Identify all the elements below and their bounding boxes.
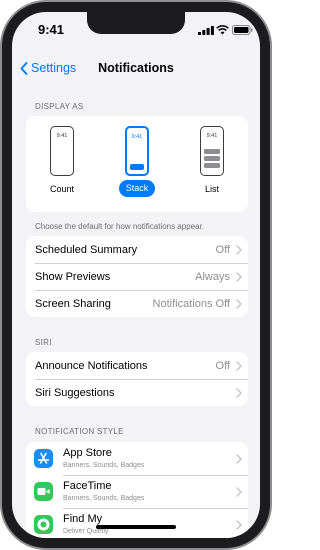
app-notification-summary: Banners, Sounds, Badges bbox=[63, 462, 145, 469]
display-option-count[interactable]: 9:41 Count bbox=[32, 126, 92, 206]
general-settings-card: Scheduled Summary Off Show Previews Alwa… bbox=[26, 236, 248, 317]
app-name: FaceTime bbox=[63, 480, 112, 492]
row-label: Announce Notifications bbox=[35, 359, 148, 372]
row-value: Notifications Off bbox=[152, 297, 230, 310]
section-header-notification-style: NOTIFICATION STYLE bbox=[35, 427, 124, 436]
app-row-find-my[interactable]: Find My Deliver Quietly bbox=[26, 508, 248, 538]
app-row-facetime[interactable]: FaceTime Banners, Sounds, Badges bbox=[26, 475, 248, 508]
list-item-shape bbox=[204, 149, 220, 154]
cellular-signal-icon bbox=[198, 26, 214, 35]
chevron-right-icon bbox=[236, 245, 242, 255]
row-label: Screen Sharing bbox=[35, 297, 111, 310]
app-name: App Store bbox=[63, 447, 112, 459]
row-label: Siri Suggestions bbox=[35, 386, 115, 399]
section-header-siri: SIRI bbox=[35, 338, 52, 347]
chevron-right-icon bbox=[236, 299, 242, 309]
wifi-icon bbox=[216, 25, 229, 35]
chevron-right-icon bbox=[236, 487, 242, 497]
section-header-display-as: DISPLAY AS bbox=[35, 102, 84, 111]
selected-option-pill: Stack bbox=[119, 180, 155, 197]
list-preview-icon: 9:41 bbox=[200, 126, 224, 176]
row-label: Show Previews bbox=[35, 270, 111, 283]
row-show-previews[interactable]: Show Previews Always bbox=[26, 263, 248, 290]
row-value: Always bbox=[195, 270, 230, 283]
display-as-card: 9:41 Count 9:41 Stack 9:41 List bbox=[26, 116, 248, 212]
page-title: Notifications bbox=[98, 61, 174, 75]
preview-time: 9:41 bbox=[56, 133, 68, 139]
row-label: Scheduled Summary bbox=[35, 243, 138, 256]
display-option-stack[interactable]: 9:41 Stack bbox=[107, 126, 167, 206]
notch bbox=[87, 12, 185, 34]
siri-card: Announce Notifications Off Siri Suggesti… bbox=[26, 352, 248, 406]
display-option-label: List bbox=[204, 184, 219, 194]
row-scheduled-summary[interactable]: Scheduled Summary Off bbox=[26, 236, 248, 263]
row-siri-suggestions[interactable]: Siri Suggestions bbox=[26, 379, 248, 406]
battery-icon bbox=[232, 25, 253, 35]
chevron-right-icon bbox=[236, 388, 242, 398]
chevron-right-icon bbox=[236, 272, 242, 282]
chevron-right-icon bbox=[236, 520, 242, 530]
count-preview-icon: 9:41 bbox=[50, 126, 74, 176]
display-option-list[interactable]: 9:41 List bbox=[182, 126, 242, 206]
status-time: 9:41 bbox=[38, 22, 65, 37]
app-row-app-store[interactable]: App Store Banners, Sounds, Badges bbox=[26, 442, 248, 475]
screen: 9:41 Settings Notifications DISPLAY AS 9… bbox=[12, 12, 260, 538]
app-name: Find My bbox=[63, 513, 103, 525]
chevron-right-icon bbox=[236, 361, 242, 371]
stack-notification-shape bbox=[130, 164, 144, 170]
row-screen-sharing[interactable]: Screen Sharing Notifications Off bbox=[26, 290, 248, 317]
display-as-footer: Choose the default for how notifications… bbox=[35, 222, 204, 231]
row-announce-notifications[interactable]: Announce Notifications Off bbox=[26, 352, 248, 379]
list-item-shape bbox=[204, 156, 220, 161]
app-notification-summary: Deliver Quietly bbox=[63, 528, 109, 535]
display-option-label: Count bbox=[49, 184, 75, 194]
notification-style-card: App Store Banners, Sounds, Badges FaceTi… bbox=[26, 442, 248, 538]
app-store-icon bbox=[34, 449, 53, 468]
stack-preview-icon: 9:41 bbox=[125, 126, 149, 176]
row-value: Off bbox=[215, 243, 230, 256]
preview-time: 9:41 bbox=[131, 134, 143, 140]
navigation-bar: Settings Notifications bbox=[12, 52, 260, 82]
find-my-icon bbox=[34, 515, 53, 534]
facetime-icon bbox=[34, 482, 53, 501]
chevron-right-icon bbox=[236, 454, 242, 464]
row-value: Off bbox=[215, 359, 230, 372]
app-notification-summary: Banners, Sounds, Badges bbox=[63, 495, 145, 502]
preview-time: 9:41 bbox=[206, 133, 218, 139]
status-bar: 9:41 bbox=[12, 12, 260, 46]
list-item-shape bbox=[204, 163, 220, 168]
home-indicator[interactable] bbox=[96, 525, 176, 529]
